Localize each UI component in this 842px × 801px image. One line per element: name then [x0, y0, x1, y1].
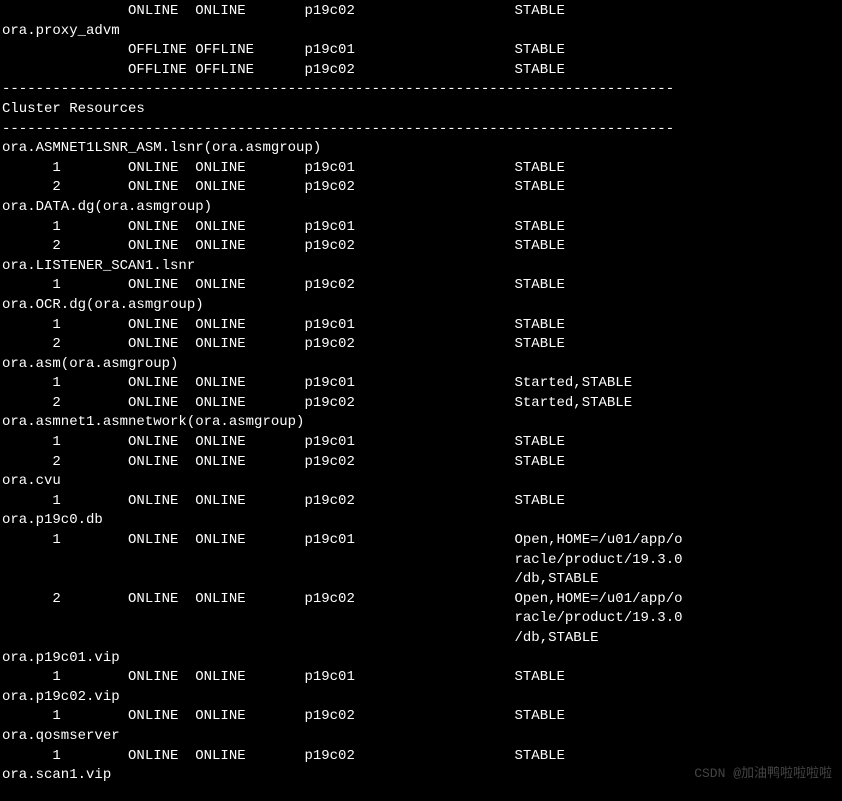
terminal-line: 1 ONLINE ONLINE p19c01 STABLE	[2, 316, 840, 336]
terminal-line: ora.OCR.dg(ora.asmgroup)	[2, 296, 840, 316]
terminal-line: OFFLINE OFFLINE p19c02 STABLE	[2, 61, 840, 81]
terminal-line: ora.asm(ora.asmgroup)	[2, 355, 840, 375]
terminal-line: 2 ONLINE ONLINE p19c02 STABLE	[2, 453, 840, 473]
terminal-line: 1 ONLINE ONLINE p19c01 STABLE	[2, 668, 840, 688]
terminal-line: ora.LISTENER_SCAN1.lsnr	[2, 257, 840, 277]
terminal-line: ----------------------------------------…	[2, 120, 840, 140]
terminal-output: ONLINE ONLINE p19c02 STABLEora.proxy_adv…	[2, 2, 840, 786]
terminal-line: 1 ONLINE ONLINE p19c01 Open,HOME=/u01/ap…	[2, 531, 840, 551]
terminal-line: ora.qosmserver	[2, 727, 840, 747]
terminal-line: ora.asmnet1.asmnetwork(ora.asmgroup)	[2, 413, 840, 433]
terminal-line: /db,STABLE	[2, 570, 840, 590]
terminal-line: racle/product/19.3.0	[2, 609, 840, 629]
terminal-line: ONLINE ONLINE p19c02 STABLE	[2, 2, 840, 22]
terminal-line: 2 ONLINE ONLINE p19c02 Started,STABLE	[2, 394, 840, 414]
terminal-line: OFFLINE OFFLINE p19c01 STABLE	[2, 41, 840, 61]
terminal-line: Cluster Resources	[2, 100, 840, 120]
terminal-line: ora.proxy_advm	[2, 22, 840, 42]
terminal-line: 1 ONLINE ONLINE p19c02 STABLE	[2, 276, 840, 296]
terminal-line: 1 ONLINE ONLINE p19c02 STABLE	[2, 747, 840, 767]
terminal-line: 1 ONLINE ONLINE p19c02 STABLE	[2, 492, 840, 512]
watermark: CSDN @加油鸭啦啦啦啦	[694, 765, 832, 783]
terminal-line: 2 ONLINE ONLINE p19c02 Open,HOME=/u01/ap…	[2, 590, 840, 610]
terminal-line: 1 ONLINE ONLINE p19c01 Started,STABLE	[2, 374, 840, 394]
terminal-line: ora.p19c01.vip	[2, 649, 840, 669]
terminal-line: 2 ONLINE ONLINE p19c02 STABLE	[2, 178, 840, 198]
terminal-line: ora.p19c02.vip	[2, 688, 840, 708]
terminal-line: 1 ONLINE ONLINE p19c01 STABLE	[2, 433, 840, 453]
terminal-line: racle/product/19.3.0	[2, 551, 840, 571]
terminal-line: 1 ONLINE ONLINE p19c02 STABLE	[2, 707, 840, 727]
terminal-line: /db,STABLE	[2, 629, 840, 649]
terminal-line: ora.cvu	[2, 472, 840, 492]
terminal-line: ----------------------------------------…	[2, 80, 840, 100]
terminal-line: 1 ONLINE ONLINE p19c01 STABLE	[2, 218, 840, 238]
terminal-line: ora.p19c0.db	[2, 511, 840, 531]
terminal-line: ora.ASMNET1LSNR_ASM.lsnr(ora.asmgroup)	[2, 139, 840, 159]
terminal-line: 2 ONLINE ONLINE p19c02 STABLE	[2, 237, 840, 257]
terminal-line: 1 ONLINE ONLINE p19c01 STABLE	[2, 159, 840, 179]
terminal-line: ora.DATA.dg(ora.asmgroup)	[2, 198, 840, 218]
terminal-line: 2 ONLINE ONLINE p19c02 STABLE	[2, 335, 840, 355]
